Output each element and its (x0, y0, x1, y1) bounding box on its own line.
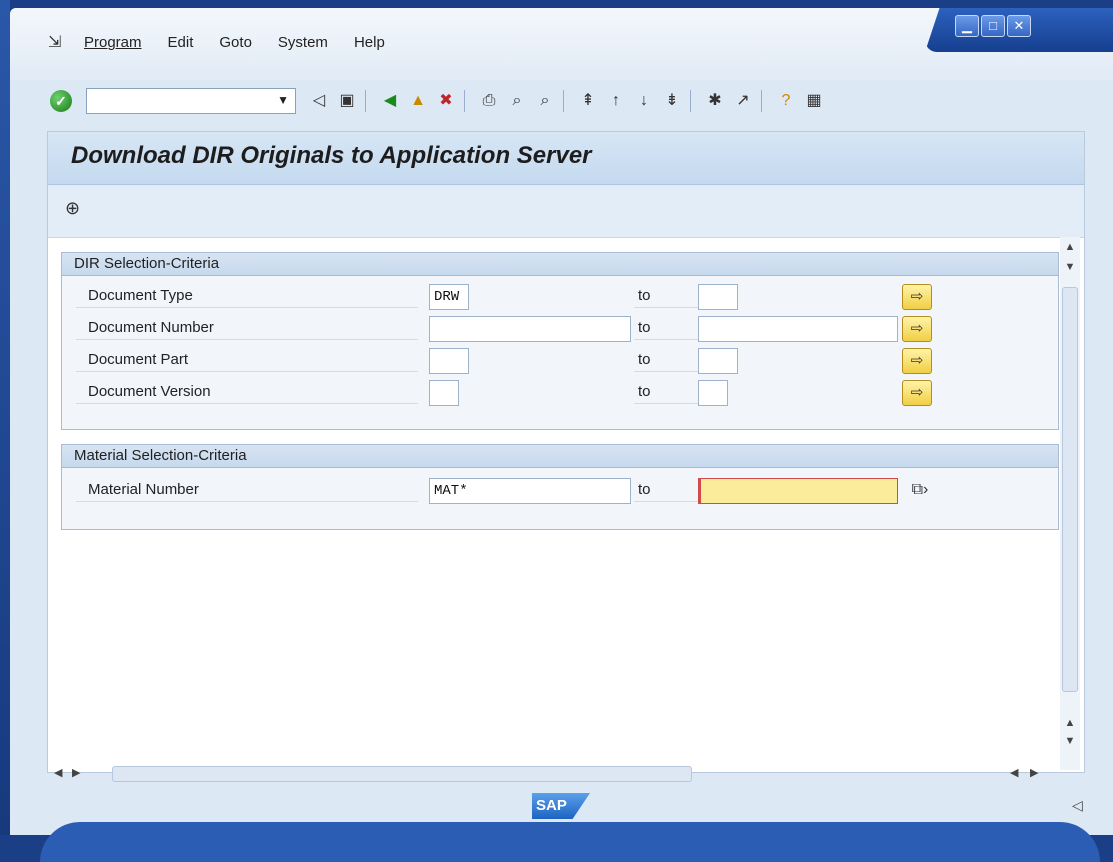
exit-icon[interactable]: ▲ (407, 90, 429, 112)
toolbar-separator (563, 90, 564, 112)
document-part-to-input[interactable] (698, 348, 738, 374)
scroll-down-icon[interactable]: ▼ (1060, 259, 1080, 275)
find-icon[interactable]: ⌕ (506, 90, 528, 112)
field-label: Document Part (76, 349, 418, 372)
document-version-from-input[interactable] (429, 380, 459, 406)
back-icon[interactable]: ◁ (308, 90, 330, 112)
scroll-thumb[interactable] (112, 766, 692, 782)
material-number-from-input[interactable]: MAT* (429, 478, 631, 504)
command-input[interactable] (90, 90, 274, 114)
multiple-selection-button[interactable]: ⇨ (902, 316, 932, 342)
application-toolbar: ⊕ (48, 185, 1084, 238)
document-type-from-input[interactable]: DRW (429, 284, 469, 310)
chevron-down-icon[interactable]: ▼ (277, 93, 289, 107)
command-field[interactable]: ▼ (86, 88, 296, 114)
screen-title-bar: Download DIR Originals to Application Se… (48, 132, 1084, 185)
menu-goto[interactable]: Goto (219, 34, 252, 51)
row-material-number: Material Number MAT* to ⧉› (62, 475, 1058, 505)
material-selection-frame: Material Selection-Criteria Material Num… (61, 444, 1059, 530)
frame-heading: Material Selection-Criteria (62, 445, 1058, 468)
horizontal-scrollbar[interactable]: ◀ ▶ ◀ ▶ (50, 764, 1050, 784)
close-button[interactable]: ✕ (1007, 15, 1031, 37)
first-page-icon[interactable]: ⇞ (577, 90, 599, 112)
enter-icon[interactable]: ✓ (50, 90, 72, 112)
menu-program[interactable]: Program (84, 34, 142, 51)
dir-selection-frame: DIR Selection-Criteria Document Type DRW… (61, 252, 1059, 430)
previous-page-icon[interactable]: ↑ (605, 90, 627, 112)
row-document-type: Document Type DRW to ⇨ (62, 281, 1058, 311)
status-toggle-icon[interactable]: ◁ (1072, 797, 1083, 814)
document-version-to-input[interactable] (698, 380, 728, 406)
scroll-right-icon[interactable]: ▶ (72, 766, 80, 779)
last-page-icon[interactable]: ⇟ (661, 90, 683, 112)
multiple-selection-button[interactable]: ⇨ (902, 284, 932, 310)
back-green-icon[interactable]: ◀ (379, 90, 401, 112)
multiple-selection-button[interactable]: ⇨ (902, 380, 932, 406)
execute-icon[interactable]: ⊕ (65, 197, 87, 219)
menu-bar: ⇲ Program Edit Goto System Help (48, 34, 411, 51)
toolbar-separator (464, 90, 465, 112)
field-label: Document Version (76, 381, 418, 404)
field-label: Document Type (76, 285, 418, 308)
page-title: Download DIR Originals to Application Se… (71, 142, 592, 169)
create-session-icon[interactable]: ✱ (704, 90, 726, 112)
multiple-selection-icon[interactable]: ⧉› (900, 477, 940, 503)
maximize-button[interactable]: □ (981, 15, 1005, 37)
customize-layout-icon[interactable]: ▦ (803, 90, 825, 112)
to-label: to (634, 349, 698, 372)
screen-area: Download DIR Originals to Application Se… (47, 131, 1085, 773)
field-label: Material Number (76, 479, 418, 502)
toolbar-separator (365, 90, 366, 112)
row-document-part: Document Part to ⇨ (62, 345, 1058, 375)
help-icon[interactable]: ? (775, 90, 797, 112)
save-icon[interactable]: ▣ (336, 90, 358, 112)
cancel-icon[interactable]: ✖ (435, 90, 457, 112)
vertical-scrollbar[interactable]: ▲ ▼ ▲ ▼ (1060, 237, 1080, 770)
material-number-to-input[interactable] (698, 478, 898, 504)
shortcut-icon[interactable]: ↗ (732, 90, 754, 112)
standard-toolbar: ✓ ▼ ◁ ▣ ◀ ▲ ✖ ⎙ ⌕ ⌕ ⇞ ↑ ↓ ⇟ ✱ ↗ ? ▦ (50, 84, 825, 118)
window-bottom-frame (40, 822, 1100, 862)
row-document-number: Document Number to ⇨ (62, 313, 1058, 343)
multiple-selection-button[interactable]: ⇨ (902, 348, 932, 374)
document-number-to-input[interactable] (698, 316, 898, 342)
frame-heading: DIR Selection-Criteria (62, 253, 1058, 276)
scroll-left-icon[interactable]: ◀ (1010, 766, 1018, 779)
field-label: Document Number (76, 317, 418, 340)
document-part-from-input[interactable] (429, 348, 469, 374)
scroll-up-icon[interactable]: ▲ (1060, 239, 1080, 255)
menu-edit[interactable]: Edit (168, 34, 194, 51)
toolbar-separator (690, 90, 691, 112)
to-label: to (634, 381, 698, 404)
sap-window: ▁ □ ✕ ⇲ Program Edit Goto System Help ✓ … (10, 8, 1113, 835)
toolbar-separator (761, 90, 762, 112)
print-icon[interactable]: ⎙ (478, 90, 500, 112)
scroll-down-icon[interactable]: ▼ (1060, 733, 1080, 749)
document-number-from-input[interactable] (429, 316, 631, 342)
to-label: to (634, 479, 698, 502)
menu-help[interactable]: Help (354, 34, 385, 51)
next-page-icon[interactable]: ↓ (633, 90, 655, 112)
menu-system[interactable]: System (278, 34, 328, 51)
to-label: to (634, 317, 698, 340)
scroll-left-icon[interactable]: ◀ (54, 766, 62, 779)
row-document-version: Document Version to ⇨ (62, 377, 1058, 407)
window-controls-area: ▁ □ ✕ (925, 8, 1113, 52)
window-left-edge (0, 0, 10, 835)
scroll-right-icon[interactable]: ▶ (1030, 766, 1038, 779)
menu-icon[interactable]: ⇲ (48, 34, 66, 51)
scroll-up-icon[interactable]: ▲ (1060, 715, 1080, 731)
minimize-button[interactable]: ▁ (955, 15, 979, 37)
find-next-icon[interactable]: ⌕ (534, 90, 556, 112)
scroll-thumb[interactable] (1062, 287, 1078, 692)
to-label: to (634, 285, 698, 308)
document-type-to-input[interactable] (698, 284, 738, 310)
